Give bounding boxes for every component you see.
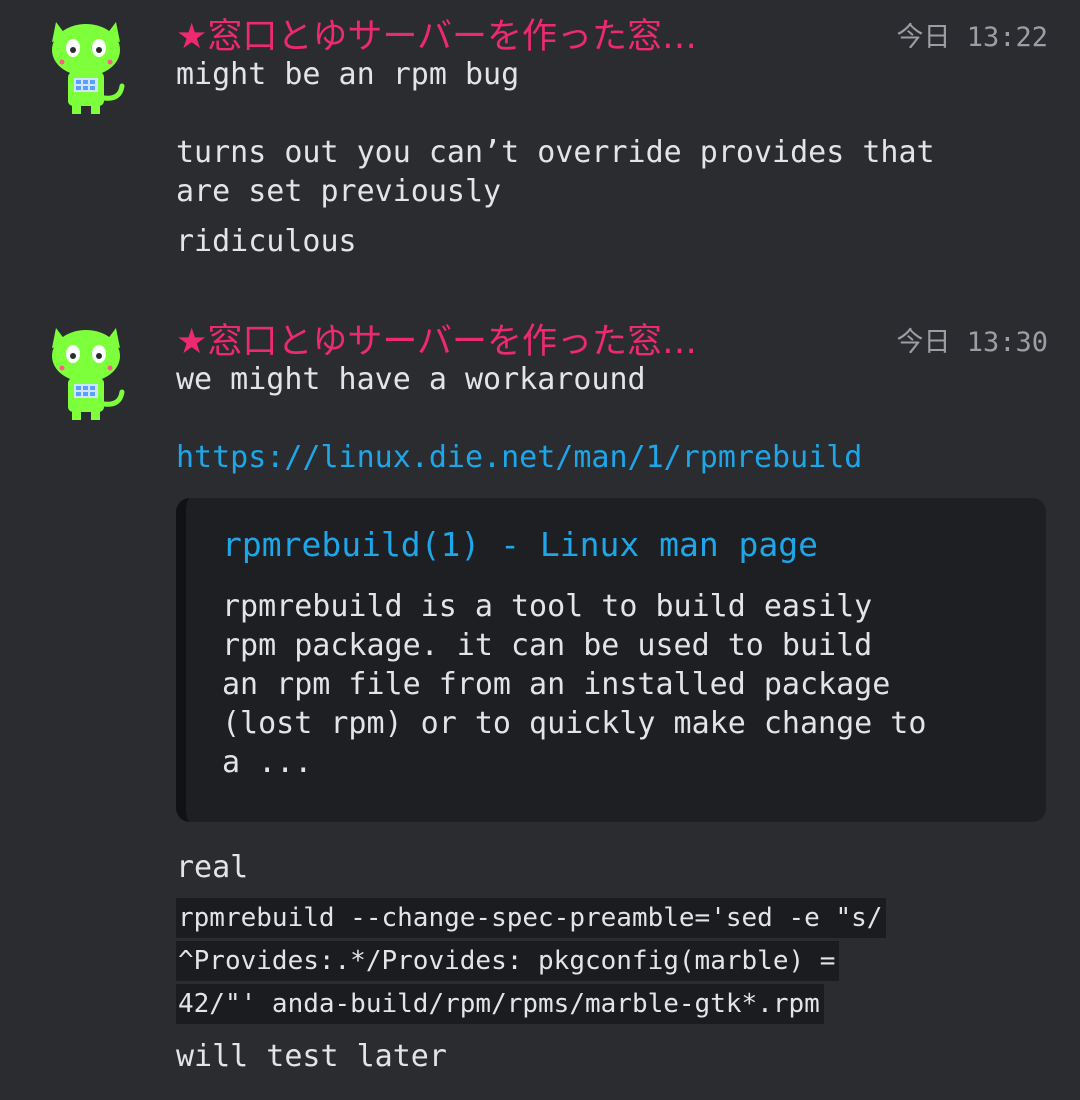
embed-description-line: an rpm file from an installed package [222,667,891,702]
message-header: ★窓口とゆサーバーを作った窓… 今日 13:30 [176,319,1048,365]
green-cat-avatar-icon[interactable] [46,322,128,422]
embed-description-line: (lost rpm) or to quickly make change to [222,706,927,741]
message-text-line: turns out you can’t override provides th… [176,135,935,170]
inline-code-line: rpmrebuild --change-spec-preamble='sed -… [176,898,887,938]
message-text-line: might be an rpm bug [176,57,520,92]
link-embed: rpmrebuild(1) - Linux man page rpmrebuil… [176,498,1046,822]
message-text: real [176,850,249,885]
message-text-line: are set previously [176,174,502,209]
timestamp: 今日 13:30 [896,327,1048,358]
timestamp: 今日 13:22 [896,22,1048,53]
message-text: we might have a workaround [176,362,646,397]
inline-code-line: ^Provides:.*/Provides: pkgconfig(marble)… [176,941,840,981]
message-text: will test later [176,1039,447,1074]
embed-title[interactable]: rpmrebuild(1) - Linux man page [222,522,818,568]
embed-description-line: a ... [222,745,313,780]
inline-code-line: 42/"' anda-build/rpm/rpms/marble-gtk*.rp… [176,984,824,1024]
username[interactable]: ★窓口とゆサーバーを作った窓… [176,319,697,365]
message-text-line: ridiculous [176,224,357,259]
embed-description-line: rpm package. it can be used to build [222,628,873,663]
message-header: ★窓口とゆサーバーを作った窓… 今日 13:22 [176,14,1048,60]
green-cat-avatar-icon[interactable] [46,16,128,116]
username[interactable]: ★窓口とゆサーバーを作った窓… [176,14,697,60]
embed-description-line: rpmrebuild is a tool to build easily [222,589,873,624]
message-link[interactable]: https://linux.die.net/man/1/rpmrebuild [176,438,862,478]
